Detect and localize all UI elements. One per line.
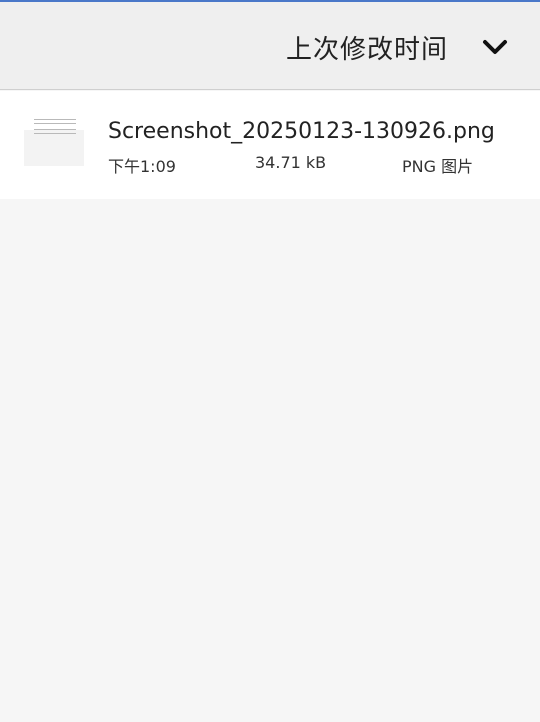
thumbnail-line bbox=[34, 129, 76, 130]
file-thumbnail bbox=[24, 116, 84, 166]
file-name: Screenshot_20250123-130926.png bbox=[108, 119, 495, 144]
thumbnail-line bbox=[34, 119, 76, 120]
sort-label: 上次修改时间 bbox=[285, 34, 448, 65]
file-size: 34.71 kB bbox=[255, 153, 327, 172]
file-type: PNG 图片 bbox=[402, 157, 474, 176]
top-toolbar: 上次修改时间 bbox=[0, 0, 540, 90]
file-list-item[interactable]: Screenshot_20250123-130926.png 下午1:09 34… bbox=[0, 91, 540, 199]
thumbnail-line bbox=[34, 133, 76, 134]
chevron-down-icon[interactable] bbox=[480, 32, 510, 62]
file-modified-time: 下午1:09 bbox=[108, 157, 176, 176]
sort-by-dropdown[interactable]: 上次修改时间 bbox=[286, 24, 510, 70]
thumbnail-line bbox=[34, 123, 76, 124]
